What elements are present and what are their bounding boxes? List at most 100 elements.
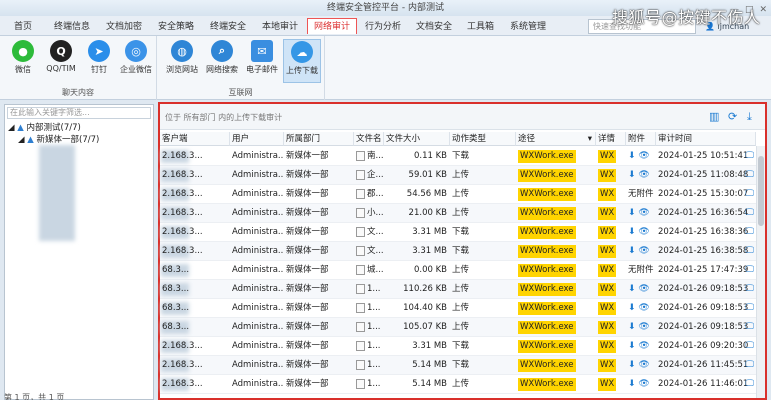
col-header-audit-time[interactable]: 审计时间 (656, 132, 756, 146)
menu-item-behavior-analysis[interactable]: 行为分析 (359, 19, 407, 35)
menu-item-home[interactable]: 首页 (8, 19, 38, 35)
download-icon[interactable]: ⬇ (628, 284, 638, 294)
col-header-user[interactable]: 用户 (230, 132, 284, 146)
menu-item-doc-encrypt[interactable]: 文档加密 (100, 19, 148, 35)
download-icon[interactable]: ⬇ (628, 322, 638, 332)
view-icon[interactable]: 👁 (638, 341, 649, 351)
col-header-filesize[interactable]: 文件大小 (384, 132, 450, 146)
dingtalk-button[interactable]: ➤ 钉钉 (80, 39, 118, 83)
menu-item-system-mgmt[interactable]: 系统管理 (504, 19, 552, 35)
download-icon[interactable]: ⬇ (628, 303, 638, 313)
view-icon[interactable]: 👁 (638, 284, 649, 294)
columns-icon[interactable]: ▥ (709, 110, 719, 123)
menu-item-terminal-security[interactable]: 终端安全 (204, 19, 252, 35)
screen-icon[interactable]: 🖵 (745, 223, 754, 242)
cell-detail: WX (596, 147, 626, 166)
screen-icon[interactable]: 🖵 (745, 204, 754, 223)
download-icon[interactable]: ⬇ (628, 208, 638, 218)
table-row[interactable]: 2.168.3... Administra... 新媒体一部 企... 59.01 KB… (160, 166, 756, 185)
screen-icon[interactable]: 🖵 (745, 356, 754, 375)
download-icon[interactable]: ⬇ (628, 341, 638, 351)
table-row[interactable]: 68.3... Administra... 新媒体一部 1... 104.40 KB 上传… (160, 299, 756, 318)
view-icon[interactable]: 👁 (638, 170, 649, 180)
screen-icon[interactable]: 🖵 (745, 166, 754, 185)
col-header-filename[interactable]: 文件名 (354, 132, 384, 146)
cell-size: 21.00 KB (408, 208, 447, 218)
view-icon[interactable]: 👁 (638, 151, 649, 161)
download-icon[interactable]: ⬇ (628, 227, 638, 237)
screen-icon[interactable]: 🖵 (745, 242, 754, 261)
menu-item-local-audit[interactable]: 本地审计 (256, 19, 304, 35)
window-title: 终端安全管控平台 - 内部测试 (327, 3, 444, 13)
screen-icon[interactable]: 🖵 (745, 299, 754, 318)
screen-icon[interactable]: 🖵 (745, 337, 754, 356)
table-row[interactable]: 2.168.3... Administra... 新媒体一部 1... 5.14 MB 下… (160, 356, 756, 375)
view-icon[interactable]: 👁 (638, 246, 649, 256)
menu-item-security-policy[interactable]: 安全策略 (152, 19, 200, 35)
view-icon[interactable]: 👁 (638, 227, 649, 237)
web-search-button[interactable]: ⌕ 网络搜索 (203, 39, 241, 83)
col-header-detail[interactable]: 详情 (596, 132, 626, 146)
table-row[interactable]: 2.168.3... Administra... 新媒体一部 1... 5.14 MB 上… (160, 375, 756, 394)
view-icon[interactable]: 👁 (638, 379, 649, 389)
table-vertical-scrollbar[interactable] (756, 146, 765, 398)
view-icon[interactable]: 👁 (638, 322, 649, 332)
redacted-user-list (39, 145, 75, 241)
screen-icon[interactable]: 🖵 (745, 185, 754, 204)
refresh-icon[interactable]: ⟳ (728, 110, 737, 123)
download-icon[interactable]: ⬇ (628, 360, 638, 370)
wechat-button[interactable]: ● 微信 (4, 39, 42, 83)
col-header-attachment[interactable]: 附件 (626, 132, 656, 146)
table-row[interactable]: 2.168.3... Administra... 新媒体一部 南... 0.11 KB 下… (160, 147, 756, 166)
email-button[interactable]: ✉ 电子邮件 (243, 39, 281, 83)
cell-attachment: ⬇ 👁 (626, 375, 656, 394)
wecom-button[interactable]: ◎ 企业微信 (117, 39, 155, 83)
table-row[interactable]: 2.168.3... Administra... 新媒体一部 郡... 54.56 MB… (160, 185, 756, 204)
download-icon[interactable]: ⬇ (628, 379, 638, 389)
download-icon[interactable]: ⬇ (628, 246, 638, 256)
col-header-action[interactable]: 动作类型 (450, 132, 516, 146)
cell-time: 2024-01-25 10:51:41 🖵 (656, 147, 756, 166)
col-header-dept[interactable]: 所属部门 (284, 132, 354, 146)
qq-icon: Q (50, 40, 72, 62)
cell-time: 2024-01-26 09:18:53 🖵 (656, 280, 756, 299)
view-icon[interactable]: 👁 (638, 208, 649, 218)
tree-filter-input[interactable]: 在此输入关键字筛选... (7, 107, 151, 119)
table-row[interactable]: 2.168.3... Administra... 新媒体一部 小... 21.00 KB… (160, 204, 756, 223)
audit-time: 2024-01-26 09:18:53 (658, 303, 749, 313)
table-row[interactable]: 68.3... Administra... 新媒体一部 1... 105.07 KB 上传… (160, 318, 756, 337)
tree-collapse-icon[interactable]: ◢ (8, 123, 15, 133)
screen-icon[interactable]: 🖵 (745, 280, 754, 299)
tree-collapse-icon[interactable]: ◢ (18, 135, 25, 145)
wecom-icon: ◎ (125, 40, 147, 62)
export-icon[interactable]: ⤓ (747, 110, 752, 124)
view-icon[interactable]: 👁 (638, 303, 649, 313)
table-row[interactable]: 2.168.3... Administra... 新媒体一部 1... 3.31 MB 下… (160, 337, 756, 356)
download-icon[interactable]: ⬇ (628, 151, 638, 161)
menu-item-toolbox[interactable]: 工具箱 (461, 19, 500, 35)
table-row[interactable]: 2.168.3... Administra... 新媒体一部 文... 3.31 MB 下… (160, 242, 756, 261)
screen-icon[interactable]: 🖵 (745, 147, 754, 166)
browse-web-button[interactable]: ◍ 浏览网站 (163, 39, 201, 83)
col-header-path[interactable]: 途径 ▾ (516, 132, 596, 146)
cell-size: 0.00 KB (413, 265, 447, 275)
table-row[interactable]: 68.3... Administra... 新媒体一部 城... 0.00 KB 上传 WX… (160, 261, 756, 280)
scrollbar-thumb[interactable] (758, 156, 764, 226)
screen-icon[interactable]: 🖵 (745, 318, 754, 337)
menu-item-network-audit[interactable]: 网络审计 (307, 18, 358, 34)
upload-download-button[interactable]: ☁ 上传下载 (283, 39, 321, 83)
cell-dept: 新媒体一部 (286, 379, 329, 389)
table-row[interactable]: 68.3... Administra... 新媒体一部 1... 110.26 KB 上传… (160, 280, 756, 299)
qq-button[interactable]: Q QQ/TIM (42, 39, 80, 83)
col-header-client[interactable]: 客户端 (160, 132, 230, 146)
download-icon[interactable]: ⬇ (628, 170, 638, 180)
view-icon[interactable]: 👁 (638, 360, 649, 370)
cell-attachment: ⬇ 👁 (626, 223, 656, 242)
tree-node-root[interactable]: ◢ ▲ 内部测试(7/7) (8, 121, 81, 133)
table-row[interactable]: 2.168.3... Administra... 新媒体一部 文... 3.31 MB 下… (160, 223, 756, 242)
screen-icon[interactable]: 🖵 (745, 261, 754, 280)
screen-icon[interactable]: 🖵 (745, 375, 754, 394)
tree-node-dept[interactable]: ◢ ▲ 新媒体一部(7/7) (18, 133, 99, 145)
menu-item-doc-security[interactable]: 文档安全 (410, 19, 458, 35)
menu-item-terminal-info[interactable]: 终端信息 (48, 19, 96, 35)
